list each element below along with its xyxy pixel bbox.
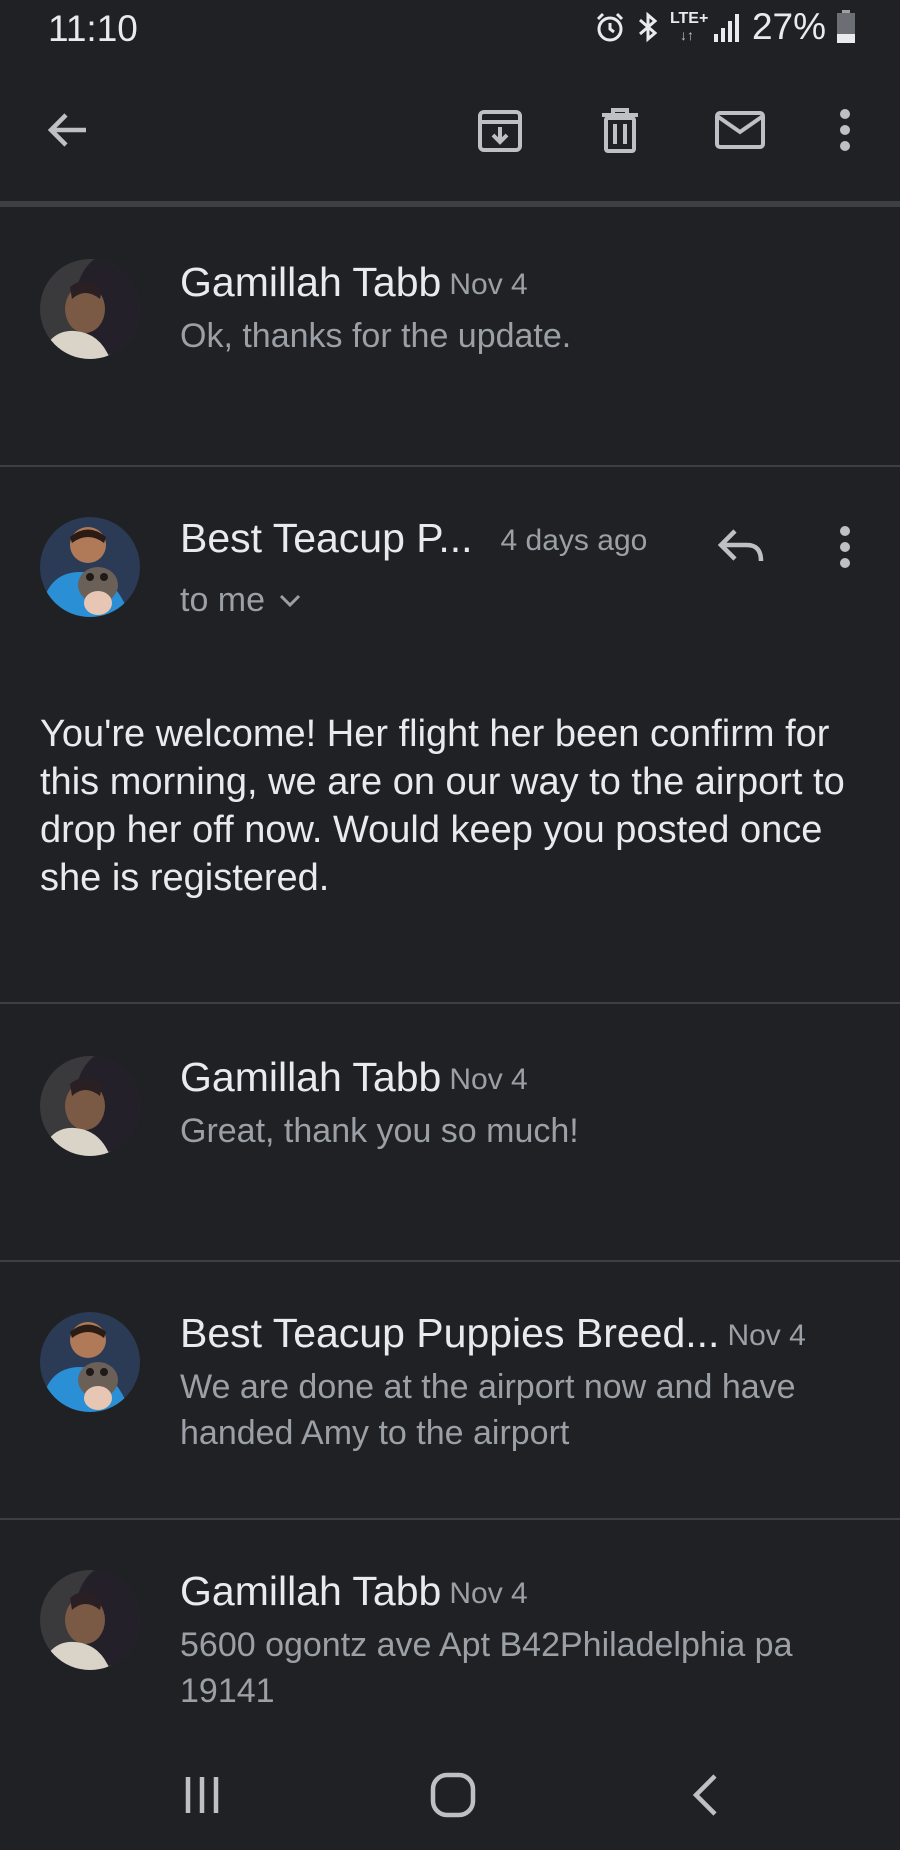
sender-line: Gamillah Tabb Nov 4	[180, 1054, 528, 1101]
message-snippet: 5600 ogontz ave Apt B42Philadelphia pa 1…	[180, 1626, 793, 1710]
message-snippet: Ok, thanks for the update.	[180, 317, 572, 355]
message-collapsed[interactable]: Best Teacup Puppies Breed... Nov 4 We are…	[0, 1262, 900, 1520]
bluetooth-icon	[636, 11, 660, 43]
sender-line: Best Teacup Puppies Breed... Nov 4	[180, 1310, 806, 1357]
message-date: 4 days ago	[500, 524, 648, 557]
sender-name: Gamillah Tabb	[180, 1568, 442, 1614]
lte-icon: LTE+ ↓↑	[669, 10, 709, 44]
chevron-down-icon	[279, 594, 301, 607]
message-date: Nov 4	[727, 1319, 806, 1352]
signal-icon	[713, 12, 742, 42]
sender-name: Gamillah Tabb	[180, 259, 442, 305]
home-icon	[430, 1772, 476, 1818]
message-date: Nov 4	[449, 1577, 528, 1610]
toolbar	[0, 80, 900, 180]
back-button[interactable]	[38, 100, 98, 160]
nav-back-button[interactable]	[665, 1760, 745, 1830]
sender-name: Gamillah Tabb	[180, 1054, 442, 1100]
sender-line: Gamillah Tabb Nov 4	[180, 1568, 528, 1615]
message-more-button[interactable]	[815, 517, 875, 577]
message-date: Nov 4	[449, 1063, 528, 1096]
recipient-label: to me	[180, 581, 266, 619]
status-bar: 11:10 LTE+ ↓↑ 27%	[0, 0, 900, 60]
avatar	[40, 1056, 140, 1156]
delete-icon	[602, 108, 638, 153]
recipient-details[interactable]: to me	[180, 581, 301, 620]
archive-icon	[478, 110, 522, 152]
message-collapsed[interactable]: Gamillah Tabb Nov 4 Ok, thanks for the up…	[0, 207, 900, 467]
alarm-icon	[594, 11, 626, 43]
sender-line: Best Teacup P... 4 days ago	[180, 515, 647, 562]
back-arrow-icon	[47, 113, 86, 147]
message-collapsed[interactable]: Gamillah Tabb Nov 4 Great, thank you so m…	[0, 1004, 900, 1262]
avatar	[40, 517, 140, 617]
back-icon	[692, 1774, 717, 1816]
more-vert-icon	[840, 109, 850, 151]
home-button[interactable]	[413, 1760, 493, 1830]
reply-icon	[717, 529, 764, 562]
avatar	[40, 1570, 140, 1670]
avatar	[40, 1312, 140, 1412]
message-body: You're welcome! Her flight her been conf…	[40, 713, 845, 899]
battery-icon	[836, 10, 856, 44]
status-time: 11:10	[48, 8, 138, 49]
message-snippet: Great, thank you so much!	[180, 1112, 579, 1150]
message-snippet: We are done at the airport now and have …	[180, 1368, 796, 1452]
recent-apps-button[interactable]	[162, 1760, 242, 1830]
sender-line: Gamillah Tabb Nov 4	[180, 259, 528, 306]
status-icons: LTE+ ↓↑ 27%	[594, 6, 856, 48]
recent-apps-icon	[185, 1777, 219, 1813]
system-nav-bar	[0, 1740, 900, 1850]
message-expanded: Best Teacup P... 4 days ago to me You're …	[0, 467, 900, 1004]
avatar	[40, 259, 140, 359]
mark-unread-button[interactable]	[710, 100, 770, 160]
sender-name: Best Teacup P...	[180, 515, 473, 561]
delete-button[interactable]	[590, 100, 650, 160]
message-date: Nov 4	[449, 268, 528, 301]
message-collapsed[interactable]: Gamillah Tabb Nov 4 5600 ogontz ave Apt B…	[0, 1520, 900, 1740]
more-options-button[interactable]	[815, 100, 875, 160]
sender-name: Best Teacup Puppies Breed...	[180, 1310, 720, 1356]
archive-button[interactable]	[470, 100, 530, 160]
more-vert-icon	[840, 526, 850, 568]
battery-percent: 27%	[751, 6, 826, 47]
mark-unread-icon	[715, 111, 765, 149]
reply-button[interactable]	[711, 517, 771, 577]
